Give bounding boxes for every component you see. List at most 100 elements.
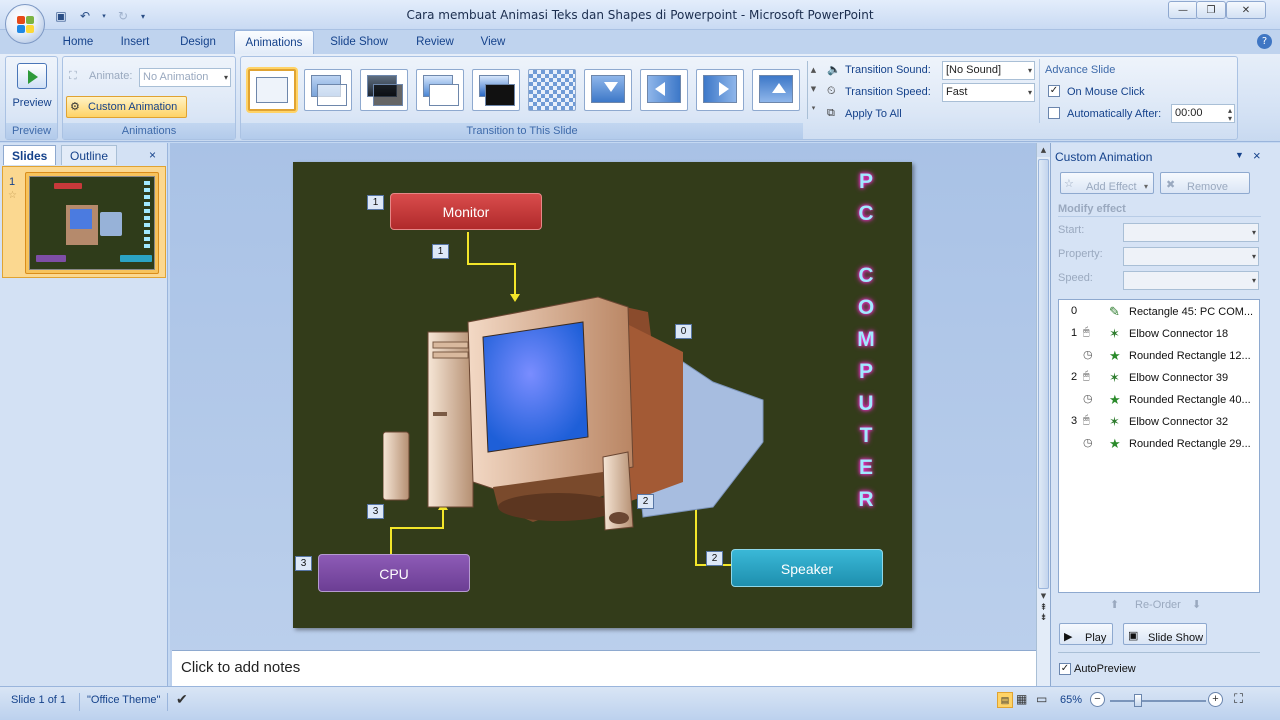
tab-home[interactable]: Home — [52, 30, 104, 54]
play-button[interactable]: ▶ Play — [1059, 623, 1113, 645]
normal-view-icon[interactable]: ▤ — [997, 692, 1013, 708]
animate-dropdown[interactable]: No Animation ▾ — [139, 68, 231, 87]
custom-animation-button[interactable]: ⚙ Custom Animation — [66, 96, 187, 118]
on-mouse-click-checkbox[interactable]: ✓ — [1048, 85, 1060, 97]
custom-animation-title: Custom Animation — [1055, 150, 1153, 164]
notes-pane[interactable]: Click to add notes — [172, 650, 1036, 686]
chevron-down-icon: ▾ — [1251, 228, 1256, 237]
preview-button[interactable]: Preview — [8, 97, 56, 109]
zoom-level[interactable]: 65% — [1060, 694, 1082, 706]
zoom-out-icon[interactable]: − — [1090, 692, 1105, 707]
chevron-down-icon: ▾ — [223, 73, 228, 82]
anim-tag[interactable]: 2 — [637, 494, 654, 509]
gallery-scroll[interactable]: ▲ ▼ ▾ — [807, 61, 819, 119]
restore-button[interactable]: ❐ — [1196, 1, 1226, 19]
anim-tag[interactable]: 3 — [295, 556, 312, 571]
monitor-box[interactable]: Monitor — [390, 193, 542, 230]
tab-view[interactable]: View — [470, 30, 516, 54]
start-dropdown[interactable]: ▾ — [1123, 223, 1259, 242]
slideshow-view-icon[interactable]: ▭ — [1036, 692, 1047, 706]
anim-tag[interactable]: 1 — [432, 244, 449, 259]
pc-computer-text[interactable]: P C C O M P U T E R — [851, 170, 881, 520]
list-item[interactable]: ◷ ★ Rounded Rectangle 12... — [1059, 345, 1259, 367]
transition-none[interactable] — [248, 69, 296, 111]
property-dropdown[interactable]: ▾ — [1123, 247, 1259, 266]
transition-speed-value: Fast — [946, 86, 968, 98]
anim-tag[interactable]: 1 — [367, 195, 384, 210]
transition-cut-black[interactable] — [472, 69, 520, 111]
remove-button[interactable]: ✖ Remove — [1160, 172, 1250, 194]
auto-advance-time[interactable]: 00:00 ▴ ▾ — [1171, 104, 1235, 123]
reorder-up-icon[interactable]: ⬆ — [1110, 598, 1119, 611]
tab-animations[interactable]: Animations — [234, 30, 314, 55]
transition-speed-label: Transition Speed: — [845, 86, 931, 98]
speed-label: Speed: — [1058, 272, 1093, 284]
zoom-slider-thumb[interactable] — [1134, 694, 1142, 707]
fit-to-window-icon[interactable]: ⛶ — [1234, 691, 1243, 707]
group-animations: ⛶ Animate: No Animation ▾ ⚙ Custom Animat… — [62, 56, 236, 140]
tab-slides[interactable]: Slides — [3, 145, 57, 165]
autopreview-checkbox[interactable]: ✓ — [1059, 663, 1071, 675]
minimize-button[interactable]: — — [1168, 1, 1198, 19]
close-pane-icon[interactable]: × — [1253, 148, 1261, 163]
slideshow-button[interactable]: ▣ Slide Show — [1123, 623, 1207, 645]
slide-sorter-icon[interactable]: ▦ — [1016, 692, 1027, 706]
on-mouse-click-label: On Mouse Click — [1067, 86, 1145, 98]
transition-wipe-right[interactable] — [696, 69, 744, 111]
pane-menu-icon[interactable]: ▼ — [1235, 150, 1244, 160]
tab-design[interactable]: Design — [170, 30, 226, 54]
custom-animation-label: Custom Animation — [88, 101, 178, 113]
zoom-in-icon[interactable]: + — [1208, 692, 1223, 707]
spell-check-icon[interactable]: ✔ — [176, 691, 188, 708]
transition-fade-smoothly[interactable] — [304, 69, 352, 111]
auto-advance-checkbox[interactable] — [1048, 107, 1060, 119]
list-item[interactable]: 3 🖱 ✶ Elbow Connector 32 — [1059, 411, 1259, 433]
speaker-box[interactable]: Speaker — [731, 549, 883, 587]
transition-dissolve[interactable] — [528, 69, 576, 111]
tab-slide-show[interactable]: Slide Show — [322, 30, 396, 54]
help-icon[interactable]: ? — [1257, 34, 1272, 49]
transition-fade-black[interactable] — [360, 69, 408, 111]
office-button[interactable] — [5, 4, 45, 44]
close-pane-icon[interactable]: × — [149, 148, 156, 162]
transition-speed-dropdown[interactable]: Fast ▾ — [942, 83, 1035, 102]
transition-sound-dropdown[interactable]: [No Sound] ▾ — [942, 61, 1035, 80]
list-item[interactable]: ◷ ★ Rounded Rectangle 29... — [1059, 433, 1259, 455]
spinner-icon: ▴ ▾ — [1227, 106, 1232, 123]
slide-thumbnail[interactable] — [25, 172, 159, 274]
notes-placeholder: Click to add notes — [181, 659, 301, 676]
list-item[interactable]: ◷ ★ Rounded Rectangle 40... — [1059, 389, 1259, 411]
slide-scrollbar[interactable]: ▲ ▼ ⇞ ⇟ — [1036, 143, 1050, 686]
effect-icon: ✎ — [1109, 304, 1120, 319]
theme-name[interactable]: "Office Theme" — [87, 694, 160, 706]
mouse-click-icon: 🖱 — [1083, 370, 1090, 382]
transition-wipe-down[interactable] — [584, 69, 632, 111]
add-effect-button[interactable]: ☆ Add Effect ▾ — [1060, 172, 1154, 194]
anim-tag[interactable]: 0 — [675, 324, 692, 339]
list-item[interactable]: 0 ✎ Rectangle 45: PC COM... — [1059, 301, 1259, 323]
slide-canvas[interactable]: Monitor CPU Speaker P C C O M P U T E R … — [293, 162, 912, 628]
reorder-down-icon[interactable]: ⬇ — [1192, 598, 1201, 611]
tab-review[interactable]: Review — [408, 30, 462, 54]
list-item[interactable]: 1 🖱 ✶ Elbow Connector 18 — [1059, 323, 1259, 345]
item-name: Rectangle 45: PC COM... — [1129, 306, 1254, 318]
close-button[interactable]: ✕ — [1226, 1, 1266, 19]
tab-outline[interactable]: Outline — [61, 145, 118, 165]
apply-to-all-button[interactable]: Apply To All — [845, 108, 902, 120]
item-name: Elbow Connector 39 — [1129, 372, 1229, 384]
transition-cut[interactable] — [416, 69, 464, 111]
animation-list[interactable]: 0 ✎ Rectangle 45: PC COM... 1 🖱 ✶ Elbow … — [1058, 299, 1260, 593]
anim-tag[interactable]: 3 — [367, 504, 384, 519]
cpu-box[interactable]: CPU — [318, 554, 470, 592]
zoom-slider[interactable] — [1110, 700, 1206, 702]
transition-wipe-up[interactable] — [752, 69, 800, 111]
animate-icon: ⛶ — [69, 70, 77, 82]
list-item[interactable]: 2 🖱 ✶ Elbow Connector 39 — [1059, 367, 1259, 389]
modify-effect-title: Modify effect — [1058, 203, 1126, 215]
tab-insert[interactable]: Insert — [110, 30, 160, 54]
speed-dropdown[interactable]: ▾ — [1123, 271, 1259, 290]
transition-wipe-left[interactable] — [640, 69, 688, 111]
anim-tag[interactable]: 2 — [706, 551, 723, 566]
item-name: Elbow Connector 18 — [1129, 328, 1229, 340]
start-label: Start: — [1058, 224, 1085, 236]
